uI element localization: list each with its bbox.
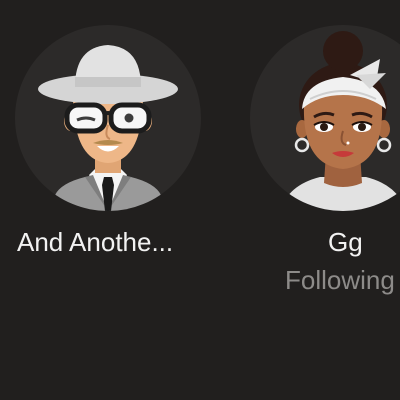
friend-avatar-2[interactable]	[250, 25, 400, 211]
man-hat-glasses-avatar-icon	[38, 45, 178, 211]
friend-avatar-1[interactable]	[15, 25, 201, 211]
friends-carousel: And Anothe... Gg Following	[0, 0, 400, 400]
friend-name: Gg	[328, 227, 363, 257]
friend-card-2[interactable]: Gg Following	[250, 0, 400, 320]
friend-name: And Anothe...	[17, 227, 174, 257]
woman-headband-avatar-icon	[280, 31, 400, 211]
friend-card-1[interactable]: And Anothe...	[5, 0, 205, 320]
friend-status: Following	[285, 265, 395, 295]
